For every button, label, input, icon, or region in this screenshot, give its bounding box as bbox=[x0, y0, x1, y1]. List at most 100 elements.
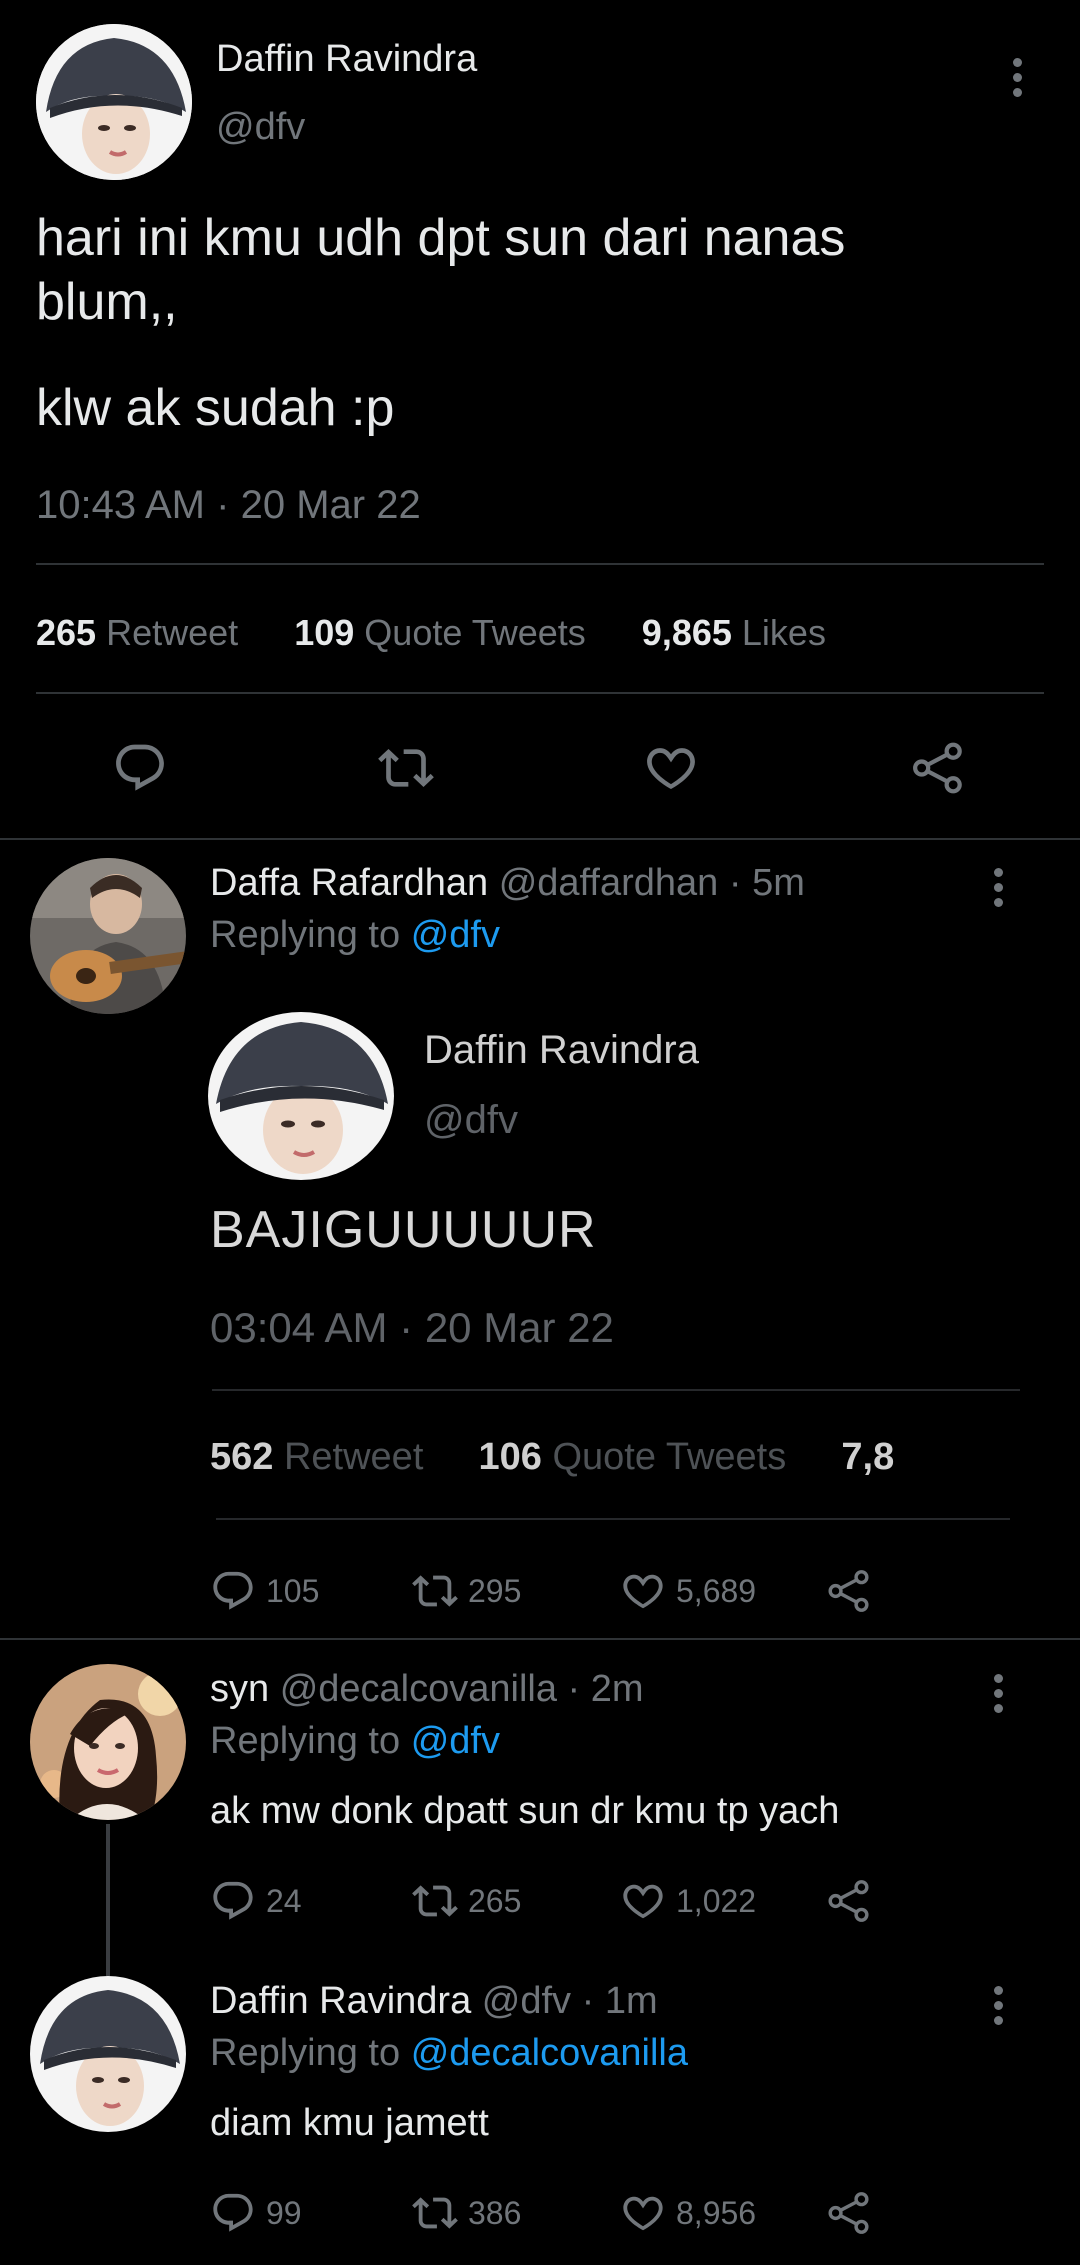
quotes-label: Quote Tweets bbox=[364, 612, 586, 653]
avatar[interactable] bbox=[36, 24, 192, 180]
like-count: 1,022 bbox=[676, 1882, 757, 1919]
retweet-count: 295 bbox=[468, 1572, 522, 1609]
embedded-retweets-count: 562 bbox=[210, 1436, 274, 1478]
more-options-icon[interactable] bbox=[993, 1986, 1003, 2025]
like-icon[interactable] bbox=[643, 740, 699, 796]
embedded-author-handle: @dfv bbox=[424, 1098, 518, 1142]
divider bbox=[0, 1638, 1080, 1640]
replying-to-line: Replying to @decalcovanilla bbox=[210, 2032, 688, 2075]
reply-author-handle[interactable]: @decalcovanilla bbox=[280, 1668, 557, 1710]
reply-icon bbox=[210, 1878, 256, 1924]
replying-to-label: Replying to bbox=[210, 2032, 401, 2074]
divider bbox=[216, 1518, 1010, 1520]
avatar-bucket-hat-image bbox=[208, 1012, 394, 1180]
share-action[interactable] bbox=[826, 1878, 872, 1924]
likes-label: Likes bbox=[741, 612, 826, 653]
like-action[interactable]: 5,689 bbox=[620, 1568, 756, 1614]
like-action[interactable]: 8,956 bbox=[620, 2190, 756, 2236]
avatar[interactable] bbox=[30, 1664, 186, 1820]
retweet-count: 386 bbox=[468, 2194, 522, 2231]
reply-icon[interactable] bbox=[112, 740, 168, 796]
embedded-stats: 562 Retweet 106 Quote Tweets 7,8 bbox=[210, 1436, 1020, 1479]
share-action[interactable] bbox=[826, 1568, 872, 1614]
avatar[interactable] bbox=[30, 1976, 186, 2132]
retweet-icon[interactable] bbox=[378, 740, 434, 796]
avatar-girl-portrait-image bbox=[30, 1664, 186, 1820]
embedded-date: 20 Mar 22 bbox=[424, 1304, 614, 1351]
retweets-count: 265 bbox=[36, 612, 97, 653]
embedded-author-name: Daffin Ravindra bbox=[424, 1028, 699, 1072]
like-count: 5,689 bbox=[676, 1572, 757, 1609]
likes-count: 9,865 bbox=[641, 612, 732, 653]
reply-time: 2m bbox=[590, 1668, 644, 1710]
retweets-label: Retweet bbox=[106, 612, 239, 653]
retweet-icon bbox=[412, 2190, 458, 2236]
reply-action[interactable]: 99 bbox=[210, 2190, 302, 2236]
separator-dot: · bbox=[581, 1980, 595, 2022]
author-handle[interactable]: @dfv bbox=[216, 106, 305, 149]
share-icon bbox=[826, 1568, 872, 1614]
retweets-stat[interactable]: 265 Retweet bbox=[36, 612, 238, 653]
avatar-bucket-hat-image bbox=[36, 24, 192, 180]
reply-action[interactable]: 24 bbox=[210, 1878, 302, 1924]
embedded-likes-count: 7,8 bbox=[841, 1436, 895, 1478]
reply-author-handle[interactable]: @daffardhan bbox=[499, 862, 719, 904]
like-icon bbox=[620, 1568, 666, 1614]
reply-count: 105 bbox=[266, 1572, 320, 1609]
retweet-action[interactable]: 386 bbox=[412, 2190, 521, 2236]
more-options-icon[interactable] bbox=[1012, 58, 1022, 97]
embedded-time: 03:04 AM bbox=[210, 1304, 388, 1351]
retweet-icon bbox=[412, 1568, 458, 1614]
reply-author-name[interactable]: Daffin Ravindra bbox=[210, 1980, 471, 2022]
replying-to-handle[interactable]: @decalcovanilla bbox=[411, 2032, 688, 2074]
tweet-timestamp: 10:43 AM · 20 Mar 22 bbox=[36, 483, 421, 528]
more-options-icon[interactable] bbox=[993, 868, 1003, 907]
share-icon[interactable] bbox=[910, 740, 966, 796]
thread-line bbox=[106, 1824, 110, 1976]
likes-stat[interactable]: 9,865 Likes bbox=[642, 612, 826, 653]
reply-action[interactable]: 105 bbox=[210, 1568, 319, 1614]
embedded-tweet-text: BAJIGUUUUUR bbox=[210, 1201, 597, 1259]
share-action[interactable] bbox=[826, 2190, 872, 2236]
separator-dot: · bbox=[728, 862, 742, 904]
replying-to-handle[interactable]: @dfv bbox=[411, 914, 500, 956]
reply-icon bbox=[210, 1568, 256, 1614]
replying-to-handle[interactable]: @dfv bbox=[411, 1720, 500, 1762]
separator-dot: · bbox=[399, 1304, 414, 1351]
like-icon bbox=[620, 2190, 666, 2236]
avatar-bucket-hat-image bbox=[30, 1976, 186, 2132]
tweet-text-line: klw ak sudah :p bbox=[36, 379, 395, 437]
tweet-date: 20 Mar 22 bbox=[240, 483, 421, 527]
avatar bbox=[208, 1012, 394, 1180]
reply-author-handle[interactable]: @dfv bbox=[482, 1980, 571, 2022]
reply-icon bbox=[210, 2190, 256, 2236]
retweet-icon bbox=[412, 1878, 458, 1924]
like-action[interactable]: 1,022 bbox=[620, 1878, 756, 1924]
retweet-count: 265 bbox=[468, 1882, 522, 1919]
tweet-text-line: hari ini kmu udh dpt sun dari nanas bbox=[36, 209, 846, 267]
replying-to-label: Replying to bbox=[210, 914, 401, 956]
replying-to-label: Replying to bbox=[210, 1720, 401, 1762]
tweet-time: 10:43 AM bbox=[36, 483, 206, 527]
share-icon bbox=[826, 2190, 872, 2236]
reply-time: 1m bbox=[604, 1980, 658, 2022]
separator-dot: · bbox=[567, 1668, 581, 1710]
embedded-timestamp: 03:04 AM · 20 Mar 22 bbox=[210, 1304, 614, 1352]
divider bbox=[212, 1389, 1020, 1391]
divider bbox=[0, 838, 1080, 840]
avatar[interactable] bbox=[30, 858, 186, 1014]
quotes-stat[interactable]: 109 Quote Tweets bbox=[294, 612, 586, 653]
reply-author-name[interactable]: Daffa Rafardhan bbox=[210, 862, 488, 904]
divider bbox=[36, 692, 1044, 694]
author-name[interactable]: Daffin Ravindra bbox=[216, 38, 477, 81]
reply-author-name[interactable]: syn bbox=[210, 1668, 269, 1710]
divider bbox=[36, 563, 1044, 565]
like-count: 8,956 bbox=[676, 2194, 757, 2231]
like-icon bbox=[620, 1878, 666, 1924]
retweet-action[interactable]: 265 bbox=[412, 1878, 521, 1924]
reply-count: 99 bbox=[266, 2194, 302, 2231]
reply-header: syn @decalcovanilla · 2m bbox=[210, 1668, 644, 1711]
more-options-icon[interactable] bbox=[993, 1674, 1003, 1713]
retweet-action[interactable]: 295 bbox=[412, 1568, 521, 1614]
separator-dot: · bbox=[216, 483, 230, 527]
